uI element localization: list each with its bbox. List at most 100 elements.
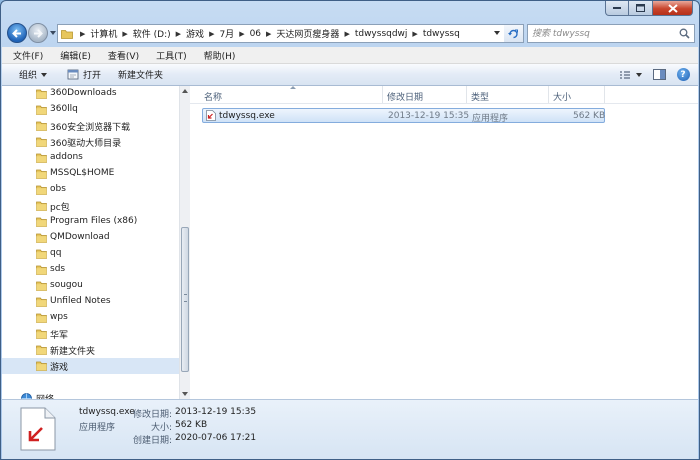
chevron-right-icon[interactable]: ▶: [209, 30, 214, 38]
tree-item-label: wps: [50, 312, 68, 322]
recent-pages-dropdown[interactable]: [50, 31, 56, 35]
crumb-computer[interactable]: 计算机: [90, 27, 117, 40]
scroll-down-icon[interactable]: [182, 392, 188, 396]
forward-button[interactable]: [28, 23, 48, 43]
tree-item[interactable]: addons: [2, 150, 179, 166]
folder-icon: [36, 121, 47, 131]
folder-icon: [61, 29, 73, 39]
open-button[interactable]: 打开: [67, 68, 101, 81]
menu-view[interactable]: 查看(V): [97, 49, 145, 62]
tree-item[interactable]: 360驱动大师目录: [2, 134, 179, 150]
tree-item-label: 网络: [36, 392, 54, 399]
scroll-up-icon[interactable]: [182, 89, 188, 93]
scrollbar-thumb[interactable]: [181, 227, 189, 372]
menu-tools[interactable]: 工具(T): [145, 49, 193, 62]
column-divider[interactable]: [548, 86, 549, 103]
tree-item-label: QMDownload: [50, 232, 110, 242]
navigation-row: ▶ 计算机 ▶ 软件 (D:) ▶ 游戏 ▶ 7月 ▶ 06 ▶ 天达网页瘦身器…: [1, 19, 699, 47]
new-folder-button[interactable]: 新建文件夹: [118, 68, 163, 81]
column-divider[interactable]: [604, 86, 605, 103]
folder-icon: [36, 169, 47, 179]
close-button[interactable]: [653, 1, 693, 16]
menu-file[interactable]: 文件(F): [2, 49, 49, 62]
tree-item-label: 华军: [50, 331, 69, 341]
column-name[interactable]: 名称: [204, 90, 222, 103]
folder-icon: [36, 105, 47, 115]
crumb-app-folder[interactable]: 天达网页瘦身器: [276, 27, 339, 40]
crumb-games[interactable]: 游戏: [186, 27, 204, 40]
tree-item[interactable]: 360llq: [2, 102, 179, 118]
tree-item[interactable]: pc包: [2, 198, 179, 214]
navigation-scrollbar[interactable]: [179, 86, 190, 399]
menu-bar: 文件(F) 编辑(E) 查看(V) 工具(T) 帮助(H): [2, 47, 698, 64]
search-input[interactable]: [532, 26, 672, 41]
file-row-selected[interactable]: tdwyssq.exe 2013-12-19 15:35 应用程序 562 KB: [202, 108, 605, 124]
tree-item-label: sougou: [50, 280, 83, 290]
column-divider[interactable]: [466, 86, 467, 103]
maximize-button[interactable]: [629, 1, 653, 16]
preview-pane-button[interactable]: [650, 67, 668, 82]
search-box[interactable]: [527, 24, 695, 43]
column-header-row: 名称 修改日期 类型 大小: [190, 86, 698, 104]
tree-item[interactable]: qq: [2, 246, 179, 262]
open-file-icon: [67, 69, 79, 80]
tree-item[interactable]: wps: [2, 310, 179, 326]
refresh-button[interactable]: [504, 24, 524, 43]
new-folder-label: 新建文件夹: [118, 71, 164, 81]
organize-label: 组织: [19, 71, 38, 81]
organize-button[interactable]: 组织: [19, 68, 48, 81]
menu-help[interactable]: 帮助(H): [193, 49, 242, 62]
tree-item[interactable]: QMDownload: [2, 230, 179, 246]
chevron-down-icon: [635, 72, 642, 77]
tree-item[interactable]: 华军: [2, 326, 179, 342]
tree-item-label: 360驱动大师目录: [50, 139, 122, 149]
chevron-right-icon[interactable]: ▶: [176, 30, 181, 38]
address-history-dropdown[interactable]: [494, 31, 500, 35]
chevron-right-icon[interactable]: ▶: [80, 30, 85, 38]
chevron-right-icon[interactable]: ▶: [239, 30, 244, 38]
tree-item[interactable]: MSSQL$HOME: [2, 166, 179, 182]
tree-item-label: Program Files (x86): [50, 216, 138, 226]
folder-icon: [36, 345, 47, 355]
column-modified[interactable]: 修改日期: [387, 90, 423, 103]
search-icon[interactable]: [679, 28, 690, 39]
tree-item[interactable]: sds: [2, 262, 179, 278]
tree-item[interactable]: 新建文件夹: [2, 342, 179, 358]
change-view-button[interactable]: [616, 67, 644, 82]
caption-buttons: [605, 1, 693, 16]
tree-item-label: qq: [50, 248, 62, 258]
crumb-july[interactable]: 7月: [219, 27, 234, 40]
crumb-drive-d[interactable]: 软件 (D:): [133, 27, 171, 40]
folder-icon: [36, 297, 47, 307]
arrow-right-icon: [34, 28, 43, 38]
tree-item-selected[interactable]: 游戏: [2, 358, 179, 374]
column-size[interactable]: 大小: [553, 90, 571, 103]
back-button[interactable]: [7, 23, 27, 43]
tree-item[interactable]: sougou: [2, 278, 179, 294]
tree-item[interactable]: obs: [2, 182, 179, 198]
column-divider[interactable]: [382, 86, 383, 103]
tree-item[interactable]: Unfiled Notes: [2, 294, 179, 310]
file-type: 应用程序: [472, 114, 509, 124]
chevron-right-icon[interactable]: ▶: [344, 30, 349, 38]
tree-item-label: 360Downloads: [50, 88, 117, 98]
address-bar[interactable]: ▶ 计算机 ▶ 软件 (D:) ▶ 游戏 ▶ 7月 ▶ 06 ▶ 天达网页瘦身器…: [57, 24, 505, 43]
close-icon: [667, 3, 678, 13]
crumb-tdwyssqdwj[interactable]: tdwyssqdwj: [355, 29, 408, 39]
tree-item[interactable]: 360安全浏览器下载: [2, 118, 179, 134]
crumb-tdwyssq[interactable]: tdwyssq: [423, 29, 460, 39]
column-type[interactable]: 类型: [471, 90, 489, 103]
preview-pane-icon: [652, 69, 666, 80]
chevron-right-icon[interactable]: ▶: [266, 30, 271, 38]
minimize-button[interactable]: [605, 1, 629, 16]
tree-item-label: 新建文件夹: [50, 347, 96, 357]
tree-item[interactable]: Program Files (x86): [2, 214, 179, 230]
help-button[interactable]: ?: [674, 67, 692, 82]
tree-item[interactable]: 360Downloads: [2, 86, 179, 102]
chevron-right-icon[interactable]: ▶: [412, 30, 417, 38]
tree-item-network[interactable]: 网络: [2, 390, 179, 399]
help-icon: ?: [676, 68, 690, 81]
crumb-06[interactable]: 06: [250, 29, 261, 39]
menu-edit[interactable]: 编辑(E): [49, 49, 97, 62]
chevron-right-icon[interactable]: ▶: [122, 30, 127, 38]
